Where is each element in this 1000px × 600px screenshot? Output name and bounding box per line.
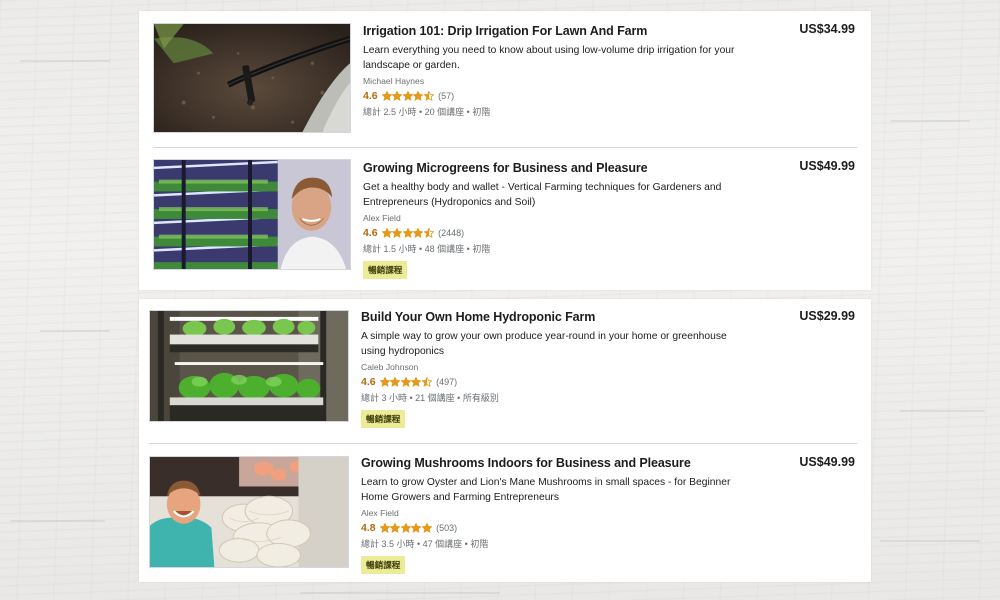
star-rating — [379, 523, 433, 533]
course-author: Alex Field — [361, 508, 399, 518]
star-full-icon — [413, 91, 424, 101]
star-full-icon — [392, 228, 403, 238]
star-half-icon — [423, 91, 434, 101]
rating-row: 4.6 (57) — [363, 89, 753, 103]
course-list-panel: Irrigation 101: Drip Irrigation For Lawn… — [139, 11, 871, 290]
wood-grain — [300, 592, 500, 594]
star-full-icon — [421, 523, 432, 533]
rating-row: 4.6 (497) — [361, 375, 751, 389]
star-full-icon — [381, 91, 392, 101]
bestseller-badge: 暢銷課程 — [363, 261, 408, 279]
drip-irrigation-photo[interactable] — [153, 23, 351, 133]
course-card[interactable]: Growing Microgreens for Business and Ple… — [139, 148, 871, 290]
star-half-icon — [423, 228, 434, 238]
wood-grain — [10, 520, 105, 522]
star-rating — [381, 91, 435, 101]
course-description: Learn everything you need to know about … — [363, 45, 735, 71]
rating-value: 4.6 — [363, 227, 378, 239]
rating-value: 4.8 — [361, 522, 376, 534]
rating-row: 4.8 (503) — [361, 521, 751, 535]
star-full-icon — [390, 523, 401, 533]
star-full-icon — [400, 523, 411, 533]
microgreens-instructor-photo[interactable] — [153, 159, 351, 270]
course-description: Get a healthy body and wallet - Vertical… — [363, 182, 722, 208]
wood-grain — [890, 120, 970, 122]
course-meta: 總計 3.5 小時 • 47 個講座 • 初階 — [361, 539, 489, 549]
bestseller-badge: 暢銷課程 — [361, 410, 406, 428]
course-description: A simple way to grow your own produce ye… — [361, 331, 727, 357]
star-rating — [379, 377, 433, 387]
course-card[interactable]: Growing Mushrooms Indoors for Business a… — [139, 444, 871, 582]
star-full-icon — [390, 377, 401, 387]
course-meta: 總計 3 小時 • 21 個講座 • 所有級別 — [361, 393, 499, 403]
star-full-icon — [381, 228, 392, 238]
review-count: (2448) — [438, 228, 465, 238]
course-author: Caleb Johnson — [361, 362, 419, 372]
course-author: Alex Field — [363, 213, 401, 223]
star-full-icon — [411, 523, 422, 533]
course-title[interactable]: Irrigation 101: Drip Irrigation For Lawn… — [363, 24, 753, 38]
course-meta: 總計 2.5 小時 • 20 個講座 • 初階 — [363, 107, 491, 117]
course-card[interactable]: Build Your Own Home Hydroponic Farm A si… — [139, 299, 871, 442]
star-full-icon — [379, 523, 390, 533]
course-list-panel: Build Your Own Home Hydroponic Farm A si… — [139, 299, 871, 582]
course-author: Michael Haynes — [363, 76, 425, 86]
course-price: US$34.99 — [799, 22, 855, 36]
course-description: Learn to grow Oyster and Lion's Mane Mus… — [361, 477, 731, 503]
wood-grain — [880, 540, 980, 542]
rating-value: 4.6 — [361, 376, 376, 388]
star-full-icon — [392, 91, 403, 101]
star-full-icon — [379, 377, 390, 387]
course-price: US$49.99 — [799, 159, 855, 173]
course-title[interactable]: Growing Mushrooms Indoors for Business a… — [361, 456, 751, 470]
star-rating — [381, 228, 435, 238]
review-count: (503) — [436, 523, 458, 533]
star-full-icon — [400, 377, 411, 387]
star-full-icon — [413, 228, 424, 238]
wood-grain — [40, 330, 110, 332]
hydroponic-rack-photo[interactable] — [149, 310, 349, 422]
review-count: (57) — [438, 91, 455, 101]
star-full-icon — [402, 228, 413, 238]
bestseller-badge: 暢銷課程 — [361, 556, 406, 574]
mushroom-instructor-photo[interactable] — [149, 456, 349, 568]
course-price: US$49.99 — [799, 455, 855, 469]
wood-grain — [900, 410, 985, 412]
course-title[interactable]: Growing Microgreens for Business and Ple… — [363, 161, 753, 175]
wood-grain — [20, 60, 110, 62]
star-half-icon — [421, 377, 432, 387]
course-price: US$29.99 — [799, 309, 855, 323]
star-full-icon — [411, 377, 422, 387]
star-full-icon — [402, 91, 413, 101]
review-count: (497) — [436, 377, 458, 387]
course-card[interactable]: Irrigation 101: Drip Irrigation For Lawn… — [139, 11, 871, 147]
rating-row: 4.6 (2448) — [363, 226, 753, 240]
rating-value: 4.6 — [363, 90, 378, 102]
course-meta: 總計 1.5 小時 • 48 個講座 • 初階 — [363, 244, 491, 254]
course-title[interactable]: Build Your Own Home Hydroponic Farm — [361, 310, 751, 324]
